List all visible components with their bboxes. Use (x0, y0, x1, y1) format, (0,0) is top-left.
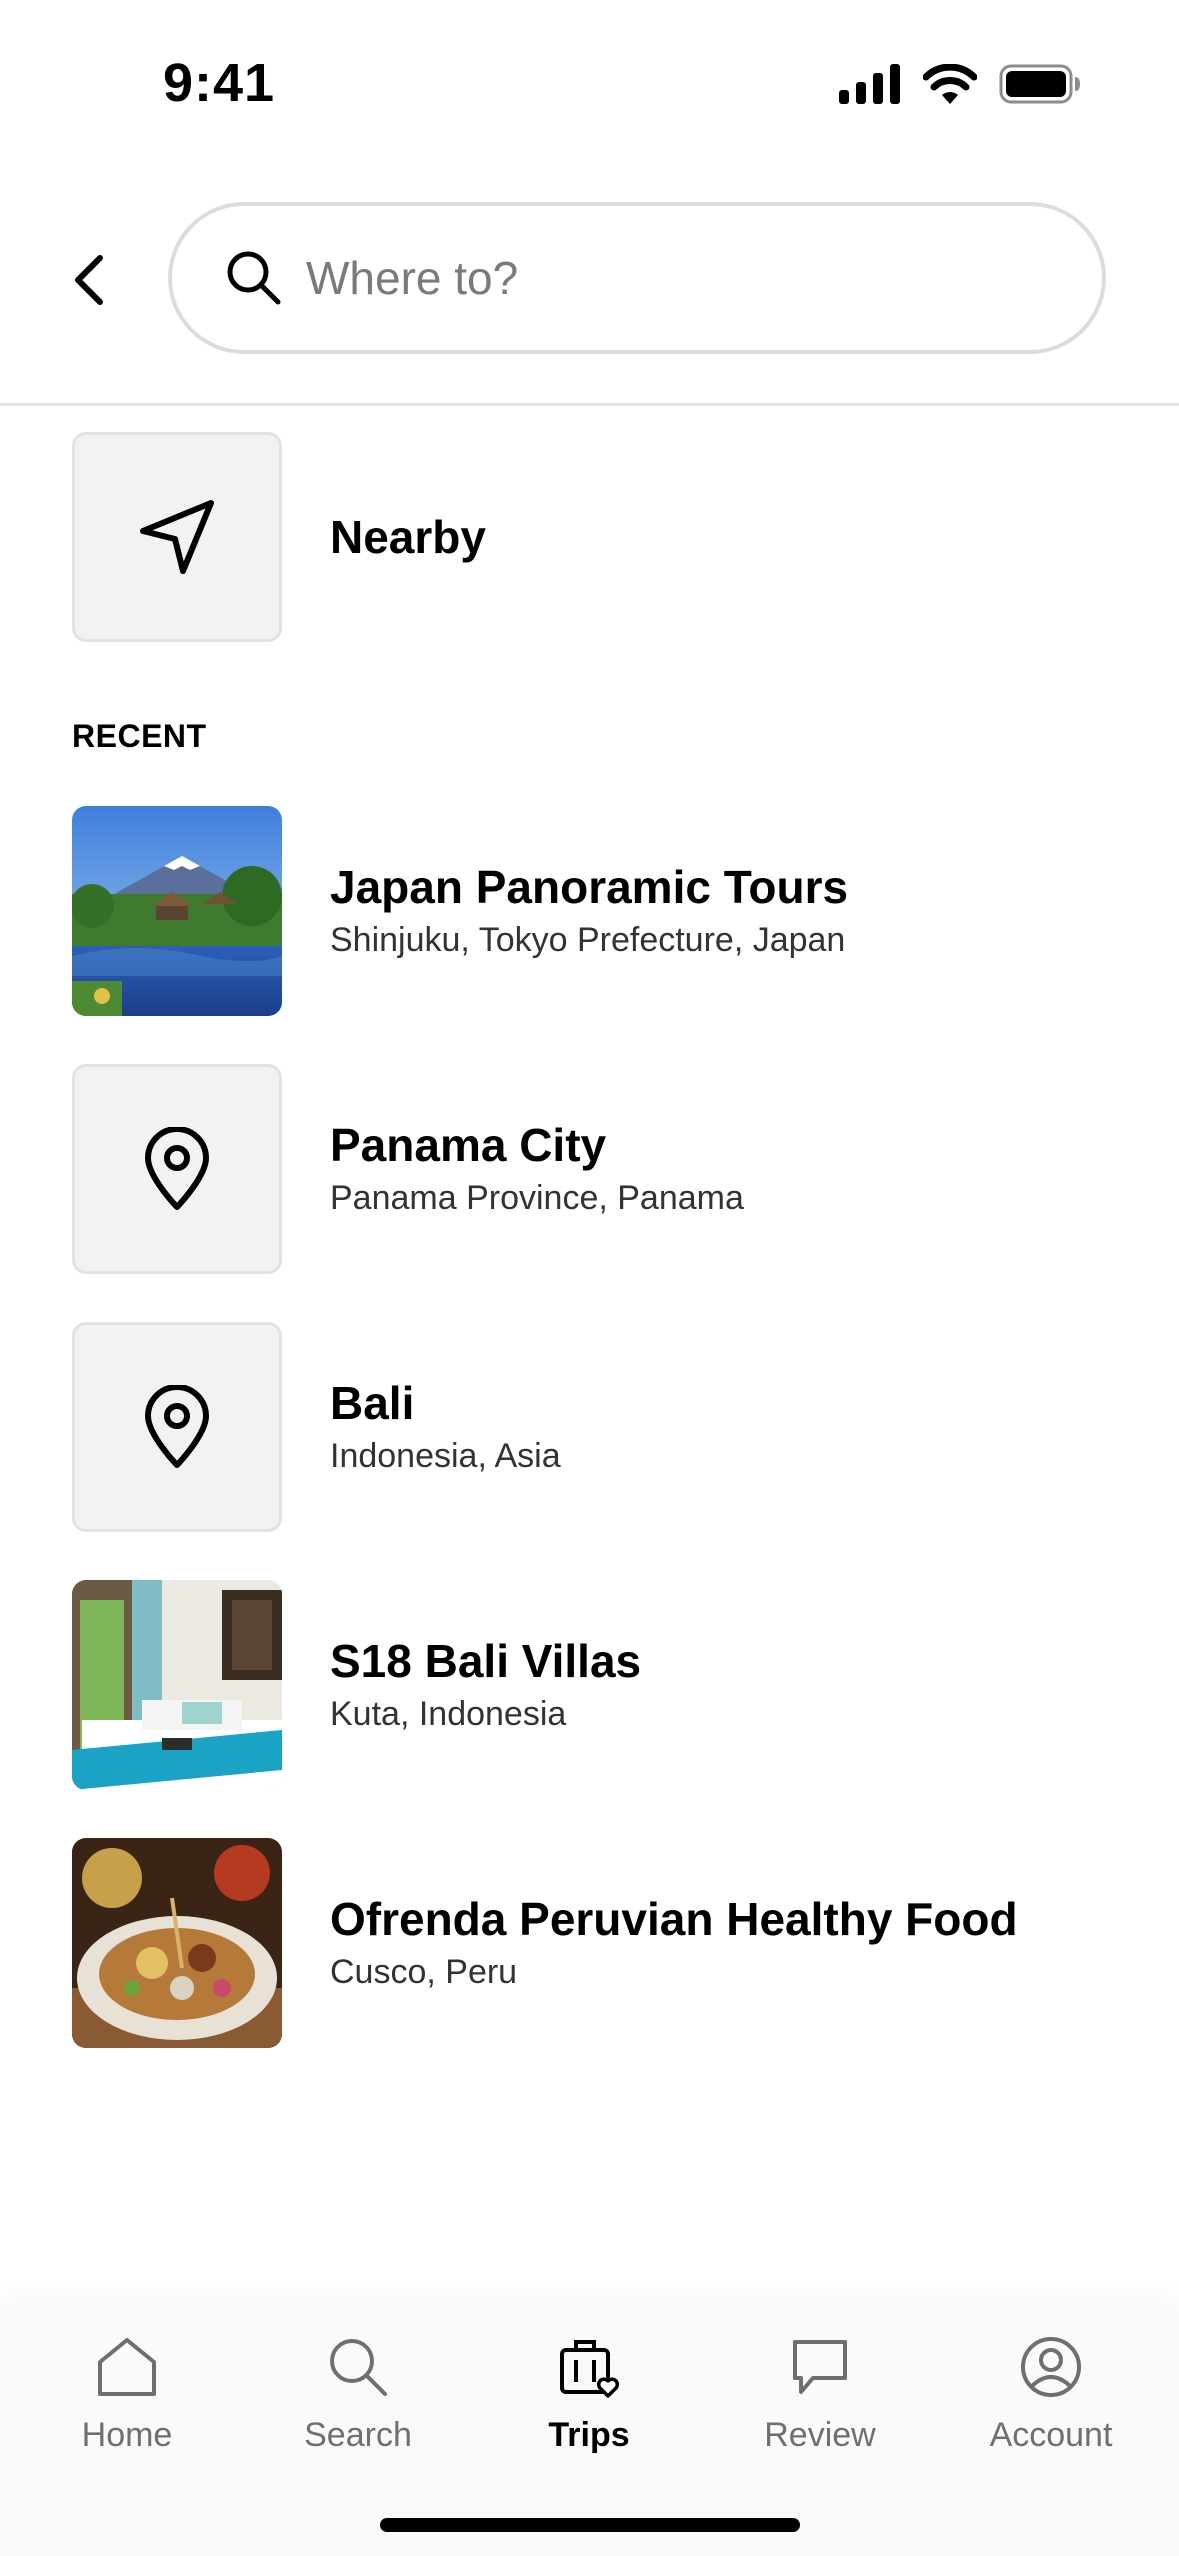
home-icon (98, 2338, 156, 2396)
bottom-tab-bar: Home Search Trips Review Account (0, 2306, 1179, 2556)
tab-account-label: Account (989, 2416, 1113, 2454)
search-input[interactable] (306, 251, 1006, 305)
recent-item-subtitle: Kuta, Indonesia (330, 1695, 567, 1733)
recent-item-thumbnail (72, 1064, 282, 1274)
recent-item-subtitle: Shinjuku, Tokyo Prefecture, Japan (330, 921, 846, 959)
tab-review-label: Review (764, 2416, 876, 2454)
recent-item-title: Japan Panoramic Tours (330, 861, 849, 913)
recent-item-subtitle: Indonesia, Asia (330, 1437, 561, 1475)
tab-search[interactable]: Search (258, 2334, 458, 2455)
recent-item-title: Ofrenda Peruvian Healthy Food (330, 1893, 1018, 1945)
tab-search-label: Search (304, 2416, 412, 2454)
recent-item[interactable]: Bali Indonesia, Asia (72, 1322, 1112, 1532)
tab-account[interactable]: Account (951, 2334, 1151, 2455)
recent-item-thumbnail (72, 1322, 282, 1532)
account-icon (1021, 2337, 1081, 2397)
tab-home-label: Home (81, 2416, 173, 2454)
search-header (0, 150, 1179, 406)
chevron-left-icon (75, 255, 103, 305)
status-bar: 9:41 (0, 0, 1179, 150)
cellular-signal-icon (839, 64, 900, 104)
tab-review[interactable]: Review (720, 2334, 920, 2455)
location-pin-icon (145, 1385, 209, 1468)
search-icon (330, 2339, 387, 2396)
recent-item-title: Panama City (330, 1119, 607, 1171)
review-icon (793, 2340, 847, 2394)
nearby-label: Nearby (330, 511, 486, 563)
recent-item-subtitle: Panama Province, Panama (330, 1179, 744, 1217)
back-button[interactable] (60, 250, 120, 310)
villa-bedroom-photo (72, 1580, 282, 1790)
navigation-arrow-icon (140, 500, 214, 574)
tab-trips-label: Trips (548, 2416, 630, 2454)
tab-home[interactable]: Home (27, 2334, 227, 2455)
home-indicator[interactable] (380, 2518, 800, 2532)
food-plate-photo (72, 1838, 282, 2048)
recent-item-subtitle: Cusco, Peru (330, 1953, 518, 1991)
tab-trips[interactable]: Trips (489, 2334, 689, 2455)
recent-item-thumbnail (72, 1580, 282, 1790)
status-icons (839, 64, 1081, 104)
search-icon (227, 251, 281, 305)
location-pin-icon (145, 1127, 209, 1210)
search-field[interactable] (168, 202, 1106, 354)
recent-heading: RECENT (72, 718, 207, 754)
recent-item[interactable]: Ofrenda Peruvian Healthy Food Cusco, Per… (72, 1838, 1112, 2048)
nearby-tile (72, 432, 282, 642)
recent-item-title: S18 Bali Villas (330, 1635, 642, 1687)
mountain-lake-photo (72, 806, 282, 1016)
recent-item-thumbnail (72, 1838, 282, 2048)
recent-item[interactable]: Panama City Panama Province, Panama (72, 1064, 1112, 1274)
battery-icon (999, 64, 1080, 104)
status-time: 9:41 (163, 53, 276, 113)
nearby-row[interactable]: Nearby (72, 432, 1112, 642)
recent-item-thumbnail (72, 806, 282, 1016)
recent-item[interactable]: S18 Bali Villas Kuta, Indonesia (72, 1580, 1112, 1790)
recent-item[interactable]: Japan Panoramic Tours Shinjuku, Tokyo Pr… (72, 806, 1112, 1016)
wifi-icon (923, 64, 977, 104)
trips-icon (560, 2340, 620, 2398)
recent-item-title: Bali (330, 1377, 415, 1429)
